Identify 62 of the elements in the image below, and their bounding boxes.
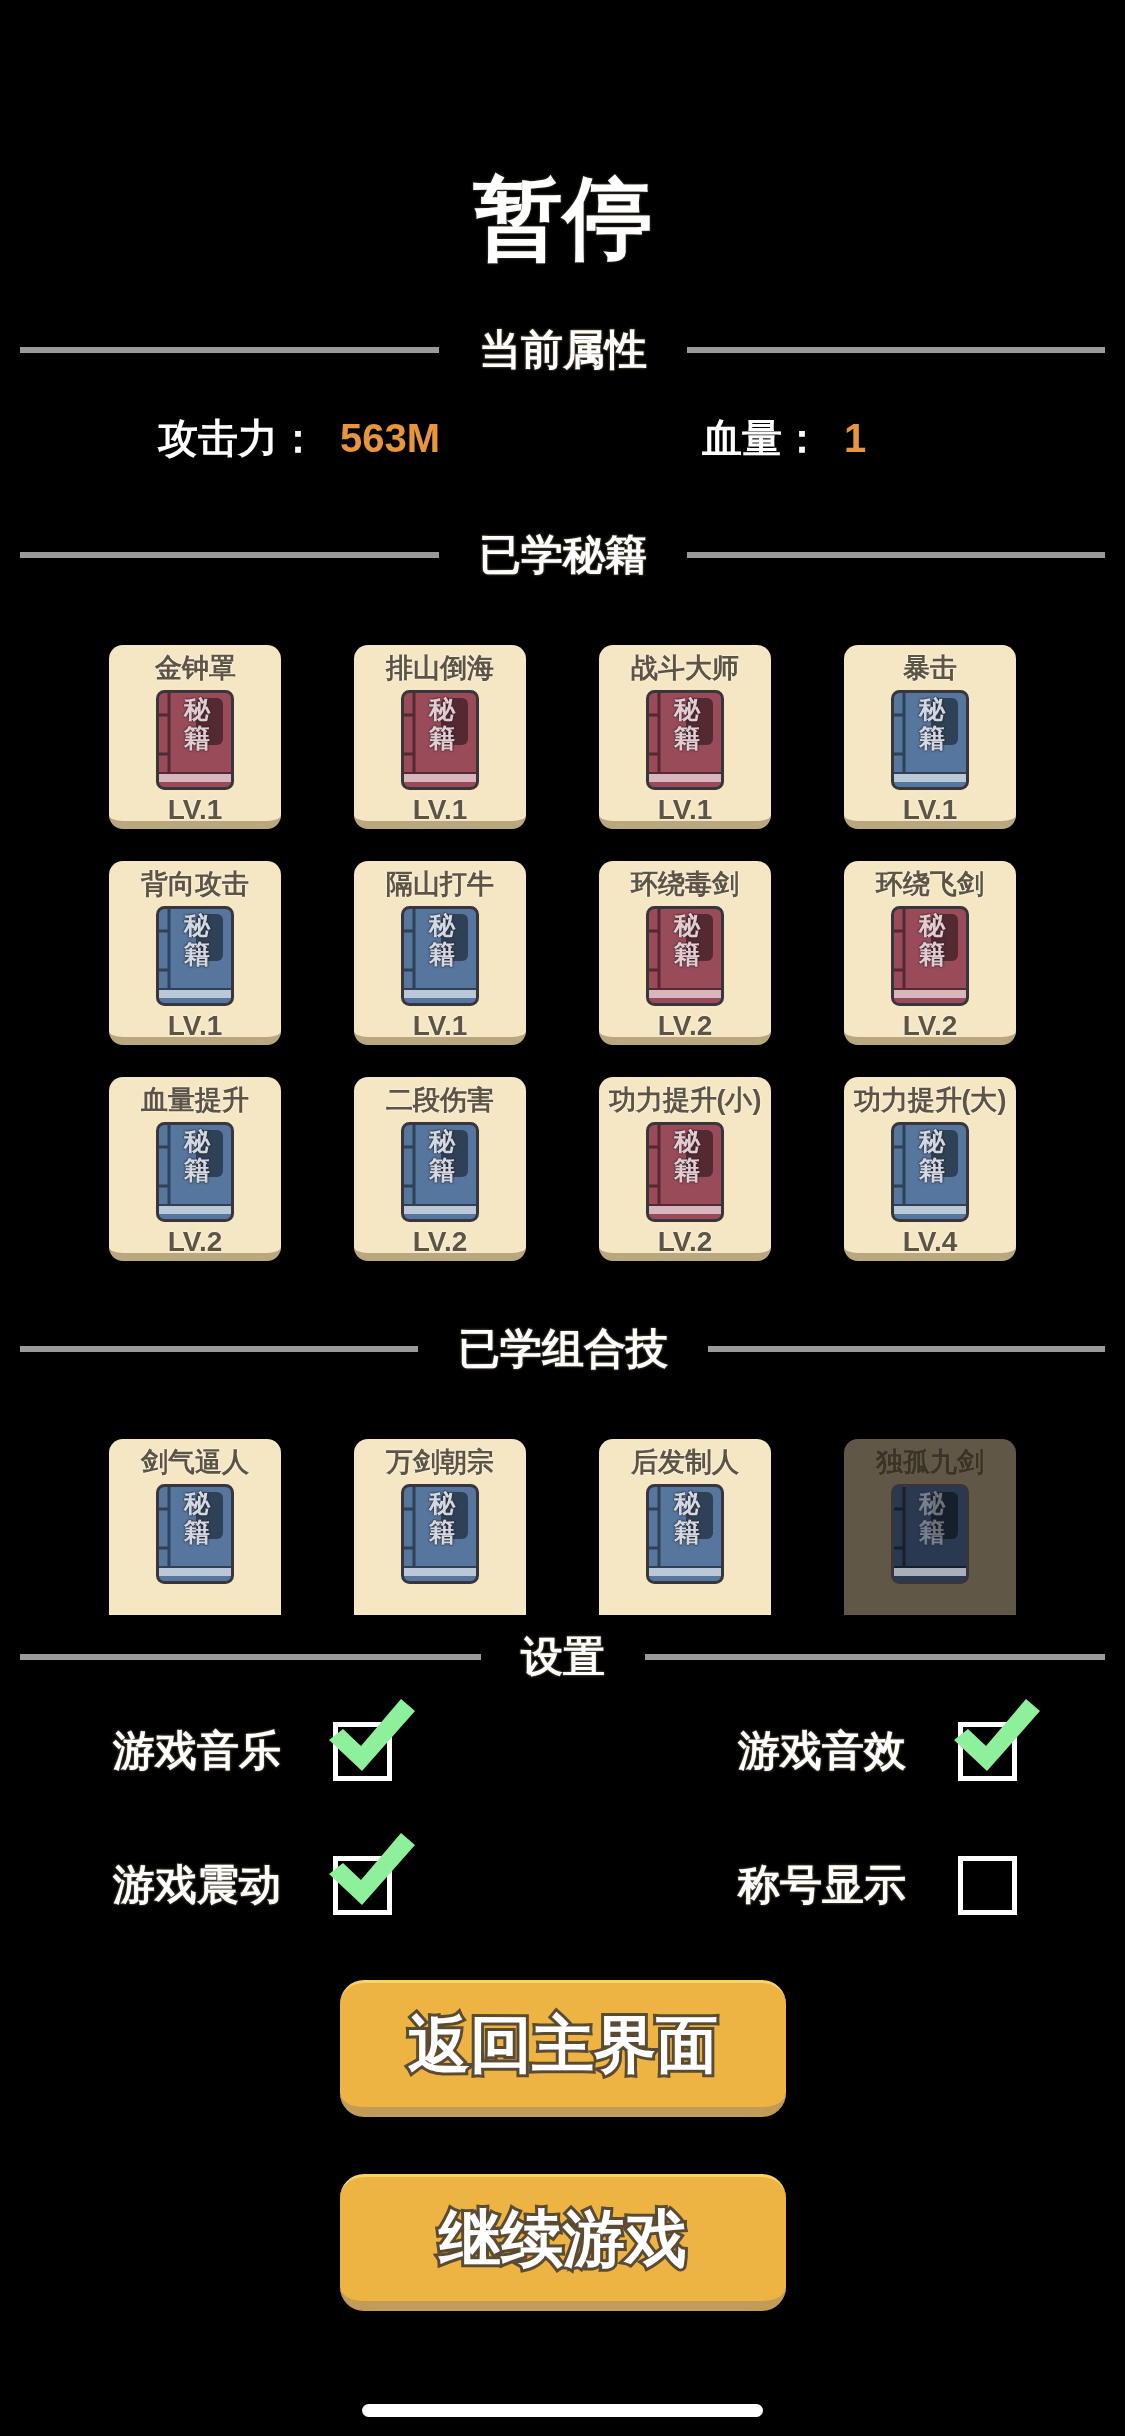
- skill-name: 排山倒海: [386, 653, 494, 683]
- book-cover-text: 秘籍: [919, 911, 945, 969]
- section-heading: 已学秘籍: [477, 530, 648, 580]
- skill-name: 功力提升(小): [608, 1085, 762, 1115]
- skill-level: LV.2: [657, 1015, 713, 1037]
- skill-level: LV.1: [412, 1015, 468, 1037]
- stat-label: 攻击力：: [158, 415, 318, 462]
- skill-name: 战斗大师: [631, 653, 739, 683]
- skill-name: 环绕毒剑: [631, 869, 739, 899]
- check-icon: [328, 1697, 416, 1772]
- setting-label: 游戏震动: [113, 1860, 281, 1910]
- book-cover-text: 秘籍: [184, 911, 210, 969]
- stat-value: 1: [844, 415, 867, 462]
- book-cover-text: 秘籍: [674, 911, 700, 969]
- combo-name: 后发制人: [631, 1447, 739, 1477]
- book-cover-text: 秘籍: [184, 695, 210, 753]
- book-cover-text: 秘籍: [184, 1127, 210, 1185]
- skill-level: LV.2: [902, 1015, 958, 1037]
- skill-name: 功力提升(大): [853, 1085, 1007, 1115]
- book-cover-text: 秘籍: [674, 1127, 700, 1185]
- check-icon: [328, 1831, 416, 1906]
- check-icon: [953, 1697, 1041, 1772]
- skill-name: 环绕飞剑: [876, 869, 984, 899]
- skill-level: LV.1: [657, 799, 713, 821]
- section-heading: 设置: [519, 1632, 606, 1682]
- setting-label: 游戏音效: [738, 1726, 906, 1776]
- setting-label: 称号显示: [738, 1860, 906, 1910]
- stat-value: 563M: [340, 415, 441, 462]
- skill-level: LV.1: [167, 799, 223, 821]
- skill-name: 二段伤害: [386, 1085, 494, 1115]
- skill-name: 隔山打牛: [386, 869, 494, 899]
- book-cover-text: 秘籍: [674, 1489, 700, 1547]
- book-cover-text: 秘籍: [429, 1489, 455, 1547]
- skill-level: LV.4: [902, 1231, 958, 1253]
- menu-button[interactable]: 返回主界面: [339, 1980, 786, 2117]
- skill-name: 血量提升: [141, 1085, 249, 1115]
- section-heading: 已学组合技: [456, 1324, 669, 1374]
- book-cover-text: 秘籍: [919, 695, 945, 753]
- skill-name: 背向攻击: [141, 869, 249, 899]
- skill-level: LV.1: [412, 799, 468, 821]
- stat-label: 血量：: [702, 415, 822, 462]
- book-cover-text: 秘籍: [919, 1127, 945, 1185]
- book-cover-text: 秘籍: [674, 695, 700, 753]
- book-cover-text: 秘籍: [429, 911, 455, 969]
- book-cover-text: 秘籍: [429, 695, 455, 753]
- skill-level: LV.2: [412, 1231, 468, 1253]
- book-cover-text: 秘籍: [919, 1489, 945, 1547]
- book-cover-text: 秘籍: [429, 1127, 455, 1185]
- book-cover-text: 秘籍: [184, 1489, 210, 1547]
- skill-level: LV.1: [902, 799, 958, 821]
- combo-name: 万剑朝宗: [386, 1447, 494, 1477]
- skill-level: LV.2: [167, 1231, 223, 1253]
- skill-level: LV.1: [167, 1015, 223, 1037]
- combo-name: 剑气逼人: [141, 1447, 249, 1477]
- skill-name: 金钟罩: [154, 653, 236, 683]
- checkbox[interactable]: [958, 1855, 1017, 1915]
- page-title: 暂停: [472, 172, 653, 264]
- skill-name: 暴击: [903, 653, 957, 683]
- skill-level: LV.2: [657, 1231, 713, 1253]
- setting-label: 游戏音乐: [113, 1726, 281, 1776]
- section-heading: 当前属性: [477, 325, 648, 375]
- menu-button[interactable]: 继续游戏: [339, 2174, 786, 2311]
